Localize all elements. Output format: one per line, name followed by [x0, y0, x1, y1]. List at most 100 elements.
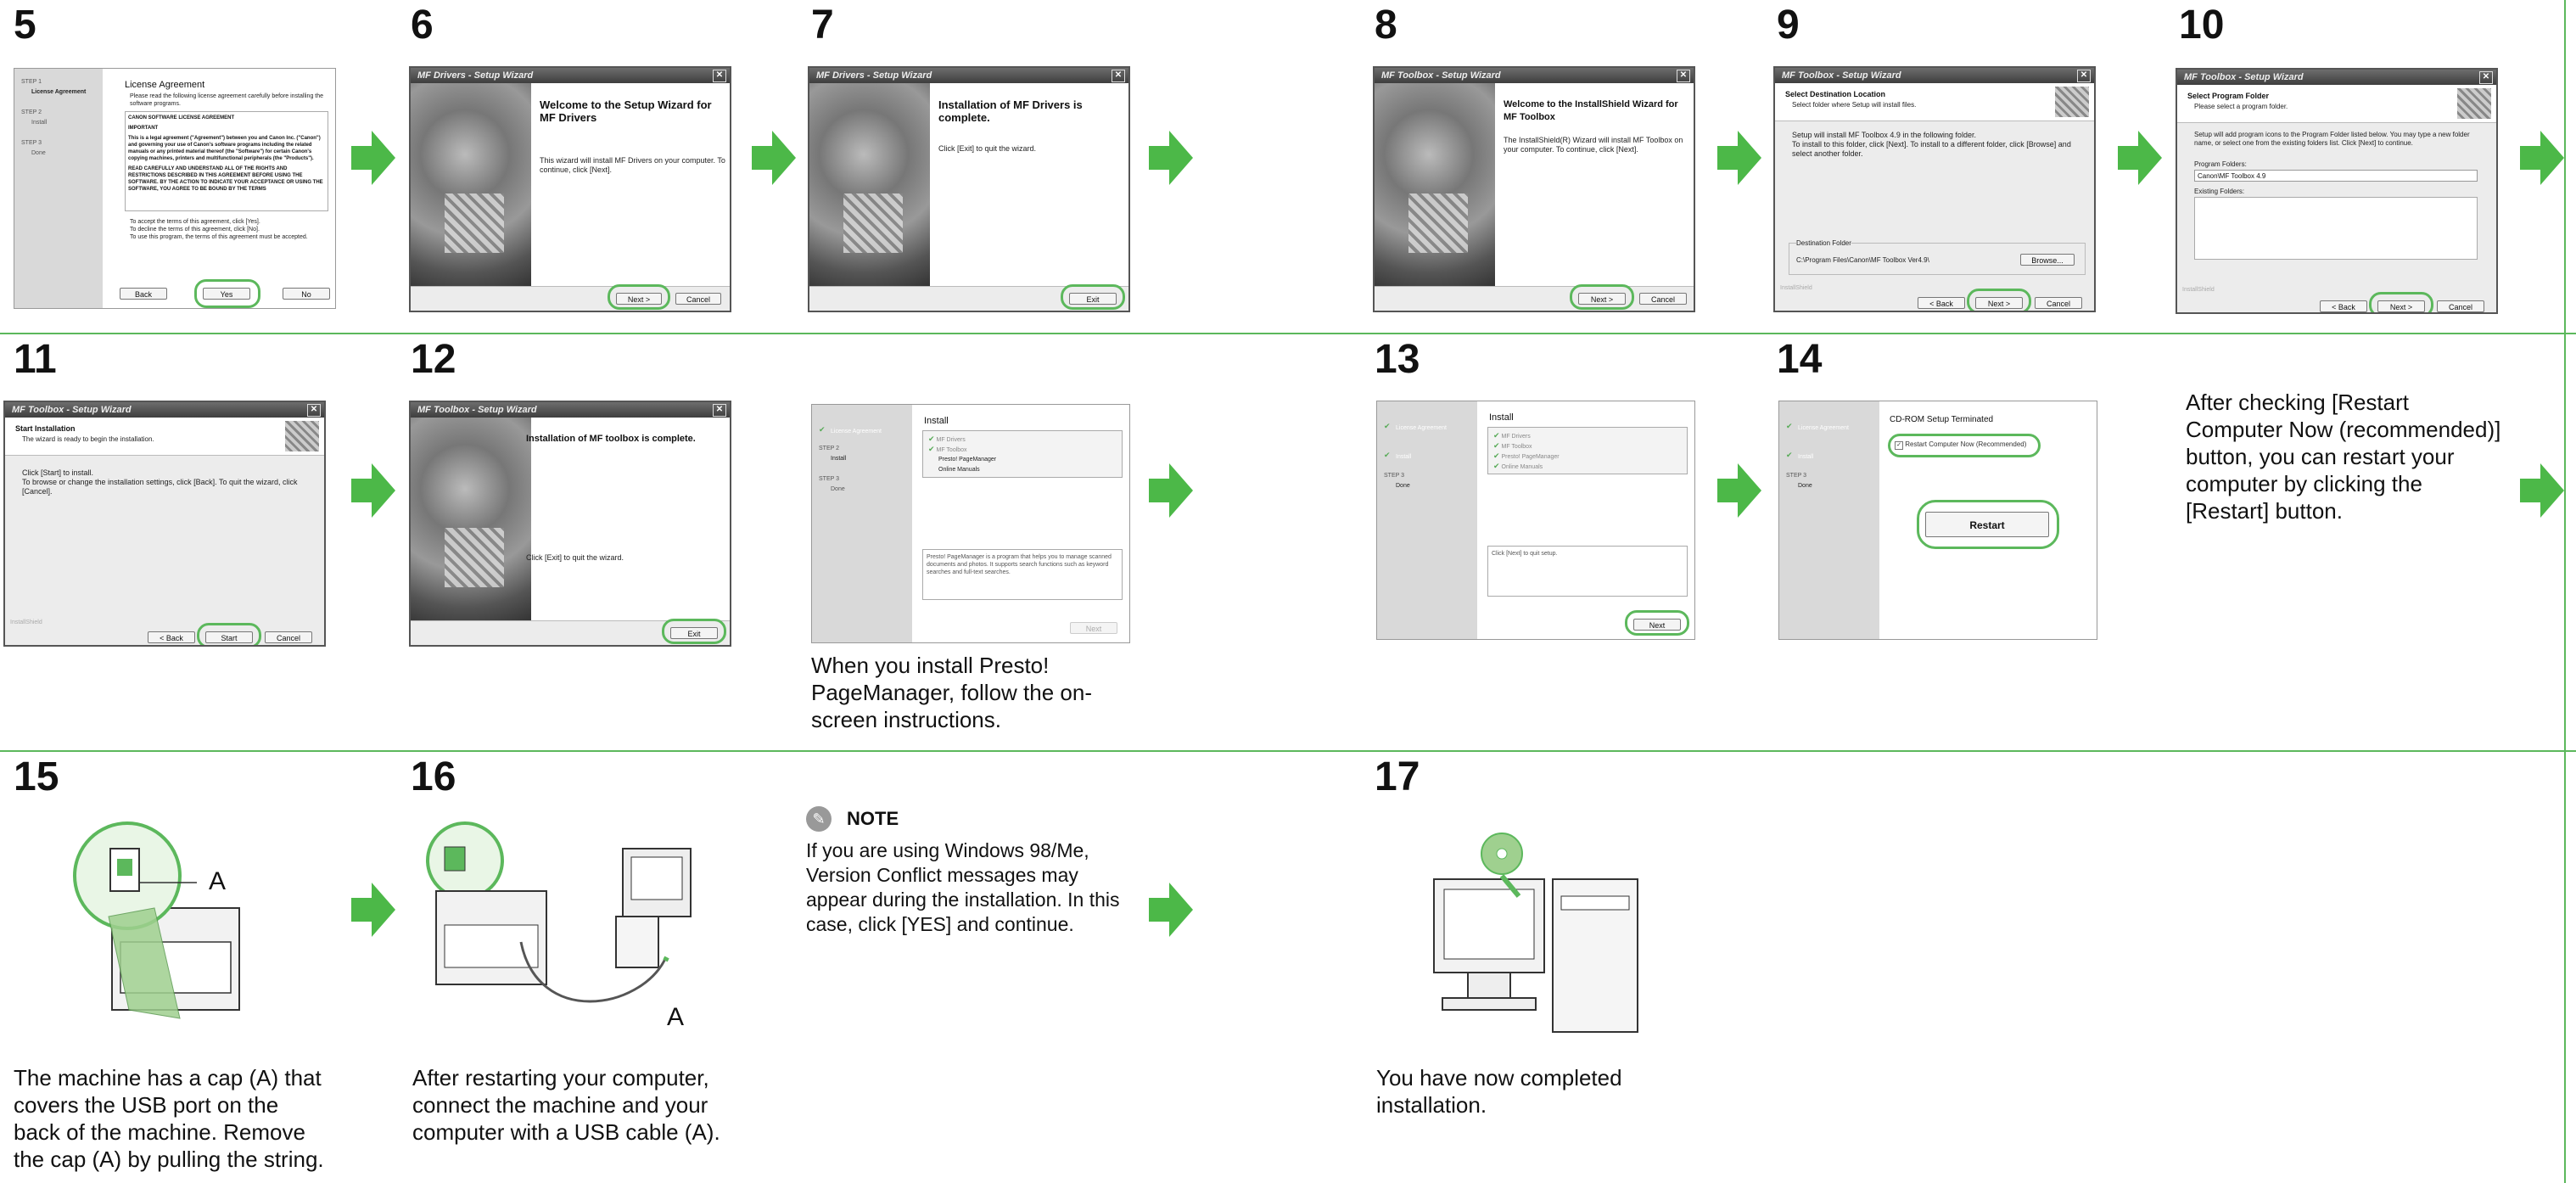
window-titlebar-text: MF Toolbox - Setup Wizard — [2184, 72, 2304, 82]
existing-folders-list[interactable] — [2194, 197, 2478, 260]
program-folder-input[interactable]: Canon\MF Toolbox 4.9 — [2194, 170, 2478, 182]
mf-drivers-welcome-window: MF Drivers - Setup Wizard ✕ Welcome to th… — [409, 66, 731, 312]
next-step-arrow-icon — [752, 131, 796, 185]
select-program-folder-window: MF Toolbox - Setup Wizard ✕ Select Progra… — [2176, 68, 2498, 314]
close-icon[interactable]: ✕ — [1677, 70, 1690, 82]
install-description: Click [Next] to quit setup. — [1487, 546, 1688, 597]
license-read: READ CAREFULLY AND UNDERSTAND ALL OF THE… — [128, 166, 323, 192]
install-item: ✔ MF Toolbox — [928, 445, 967, 453]
cancel-button[interactable]: Cancel — [265, 631, 312, 643]
next-step-arrow-icon — [1717, 131, 1761, 185]
wizard-heading: Welcome to the InstallShield Wizard for … — [1504, 99, 1678, 122]
next-button-highlight — [1625, 610, 1689, 636]
back-button[interactable]: < Back — [2320, 300, 2367, 312]
sidebar-item-install: Install — [831, 456, 847, 462]
install-item: ✔ Online Manuals — [1493, 462, 1543, 470]
wizard-side-image — [411, 83, 531, 287]
cancel-button[interactable]: Cancel — [2035, 297, 2082, 309]
next-step-arrow-icon — [1149, 131, 1193, 185]
check-icon: ✔ — [1786, 451, 1793, 459]
wizard-heading: Select Destination Location — [1785, 90, 1886, 98]
step-number: 12 — [411, 337, 456, 382]
sidebar-item-done: Done — [1396, 483, 1410, 489]
wizard-heading: Installation of MF toolbox is complete. — [526, 434, 696, 444]
install-item: Online Manuals — [938, 467, 980, 473]
back-button[interactable]: < Back — [1918, 297, 1965, 309]
sidebar-item-license: License Agreement — [831, 429, 882, 435]
back-button[interactable]: < Back — [148, 631, 195, 643]
next-button-highlight — [2369, 292, 2433, 312]
select-destination-window: MF Toolbox - Setup Wizard ✕ Select Destin… — [1773, 66, 2096, 312]
next-button[interactable]: Next — [1070, 622, 1117, 634]
license-agreement-window: STEP 1 License Agreement STEP 2 Install … — [14, 68, 336, 309]
window-titlebar: MF Drivers - Setup Wizard ✕ — [809, 68, 1128, 83]
wizard-subheading: The wizard is ready to begin the install… — [22, 435, 154, 443]
cancel-button[interactable]: Cancel — [1639, 293, 1687, 305]
usb-connection-illustration — [426, 821, 692, 1003]
sidebar-item-done: Done — [1798, 483, 1812, 489]
install-items-list: ✔ MF Drivers ✔ MF Toolbox ✔ Presto! Page… — [1487, 427, 1688, 474]
no-button[interactable]: No — [283, 288, 330, 300]
label-a: A — [667, 1003, 685, 1031]
wizard-footer: Next > Cancel — [411, 284, 730, 311]
license-body: This is a legal agreement ("Agreement") … — [128, 136, 321, 161]
window-subtitle: Please read the following license agreem… — [130, 93, 324, 107]
wizard-heading: Installation of MF Drivers is complete. — [938, 98, 1083, 124]
next-button-highlight — [1570, 284, 1634, 310]
mf-drivers-complete-window: MF Drivers - Setup Wizard ✕ Installation … — [808, 66, 1130, 312]
close-icon[interactable]: ✕ — [2479, 71, 2493, 84]
back-button[interactable]: Back — [120, 288, 167, 300]
install-window-complete: ✔ License Agreement ✔ Install STEP 3 Don… — [1376, 401, 1695, 640]
window-titlebar: MF Drivers - Setup Wizard ✕ — [411, 68, 730, 83]
window-titlebar: MF Toolbox - Setup Wizard ✕ — [1375, 68, 1694, 83]
close-icon[interactable]: ✕ — [1112, 70, 1125, 82]
install-title: Install — [1489, 412, 1514, 423]
next-step-arrow-icon — [351, 883, 395, 937]
wizard-footer: Exit — [809, 284, 1128, 311]
sidebar-item-license: License Agreement — [1396, 425, 1447, 431]
next-step-arrow-icon — [1717, 463, 1761, 518]
installshield-label: InstallShield — [1780, 285, 1812, 291]
close-icon[interactable]: ✕ — [307, 404, 321, 417]
close-icon[interactable]: ✕ — [713, 404, 726, 417]
cancel-button[interactable]: Cancel — [2437, 300, 2484, 312]
wizard-header: Select Destination Location Select folde… — [1775, 83, 2094, 121]
mf-toolbox-welcome-window: MF Toolbox - Setup Wizard ✕ Welcome to th… — [1373, 66, 1695, 312]
steps-sidebar: STEP 1 License Agreement STEP 2 Install … — [14, 69, 103, 308]
install-description-text: Presto! PageManager is a program that he… — [927, 554, 1112, 575]
exit-button-highlight — [662, 619, 726, 644]
sidebar-item-done: Done — [31, 150, 46, 156]
install-item-label: Online Manuals — [1501, 464, 1543, 470]
window-titlebar-text: MF Toolbox - Setup Wizard — [417, 405, 537, 415]
step-number: 7 — [811, 3, 834, 48]
license-important: IMPORTANT — [128, 126, 159, 131]
license-text-box[interactable]: CANON SOFTWARE LICENSE AGREEMENT IMPORTA… — [125, 111, 328, 211]
label-a: A — [209, 867, 227, 895]
close-icon[interactable]: ✕ — [713, 70, 726, 82]
check-icon: ✔ — [819, 425, 826, 434]
sidebar-step-label: STEP 3 — [1384, 473, 1404, 479]
window-titlebar: MF Toolbox - Setup Wizard ✕ — [1775, 68, 2094, 83]
sidebar-step-label: STEP 1 — [21, 79, 42, 85]
yes-button-highlight — [194, 279, 260, 308]
step-number: 6 — [411, 3, 434, 48]
row-divider — [0, 333, 2576, 334]
mf-toolbox-complete-window: MF Toolbox - Setup Wizard ✕ Installation … — [409, 401, 731, 647]
step16-caption: After restarting your computer, connect … — [412, 1065, 720, 1145]
next-step-arrow-icon — [1149, 883, 1193, 937]
step15-caption: The machine has a cap (A) that covers th… — [14, 1065, 324, 1172]
install-items-list: ✔ MF Drivers ✔ MF Toolbox Presto! PageMa… — [922, 430, 1123, 478]
close-icon[interactable]: ✕ — [2077, 70, 2091, 82]
license-heading: CANON SOFTWARE LICENSE AGREEMENT — [128, 115, 235, 121]
wizard-side-image — [1375, 83, 1495, 287]
step-number: 15 — [14, 754, 59, 799]
sidebar-item-install: Install — [31, 120, 48, 126]
install-window-presto: License Agreement STEP 2 Install STEP 3 … — [811, 404, 1130, 643]
cancel-button[interactable]: Cancel — [675, 293, 721, 305]
step-number: 9 — [1777, 3, 1800, 48]
browse-button[interactable]: Browse... — [2020, 254, 2075, 266]
wizard-footer: Next > Cancel — [1375, 284, 1694, 311]
installshield-label: InstallShield — [10, 620, 42, 625]
existing-folders-label: Existing Folders: — [2194, 188, 2245, 195]
start-installation-window: MF Toolbox - Setup Wizard ✕ Start Install… — [3, 401, 326, 647]
